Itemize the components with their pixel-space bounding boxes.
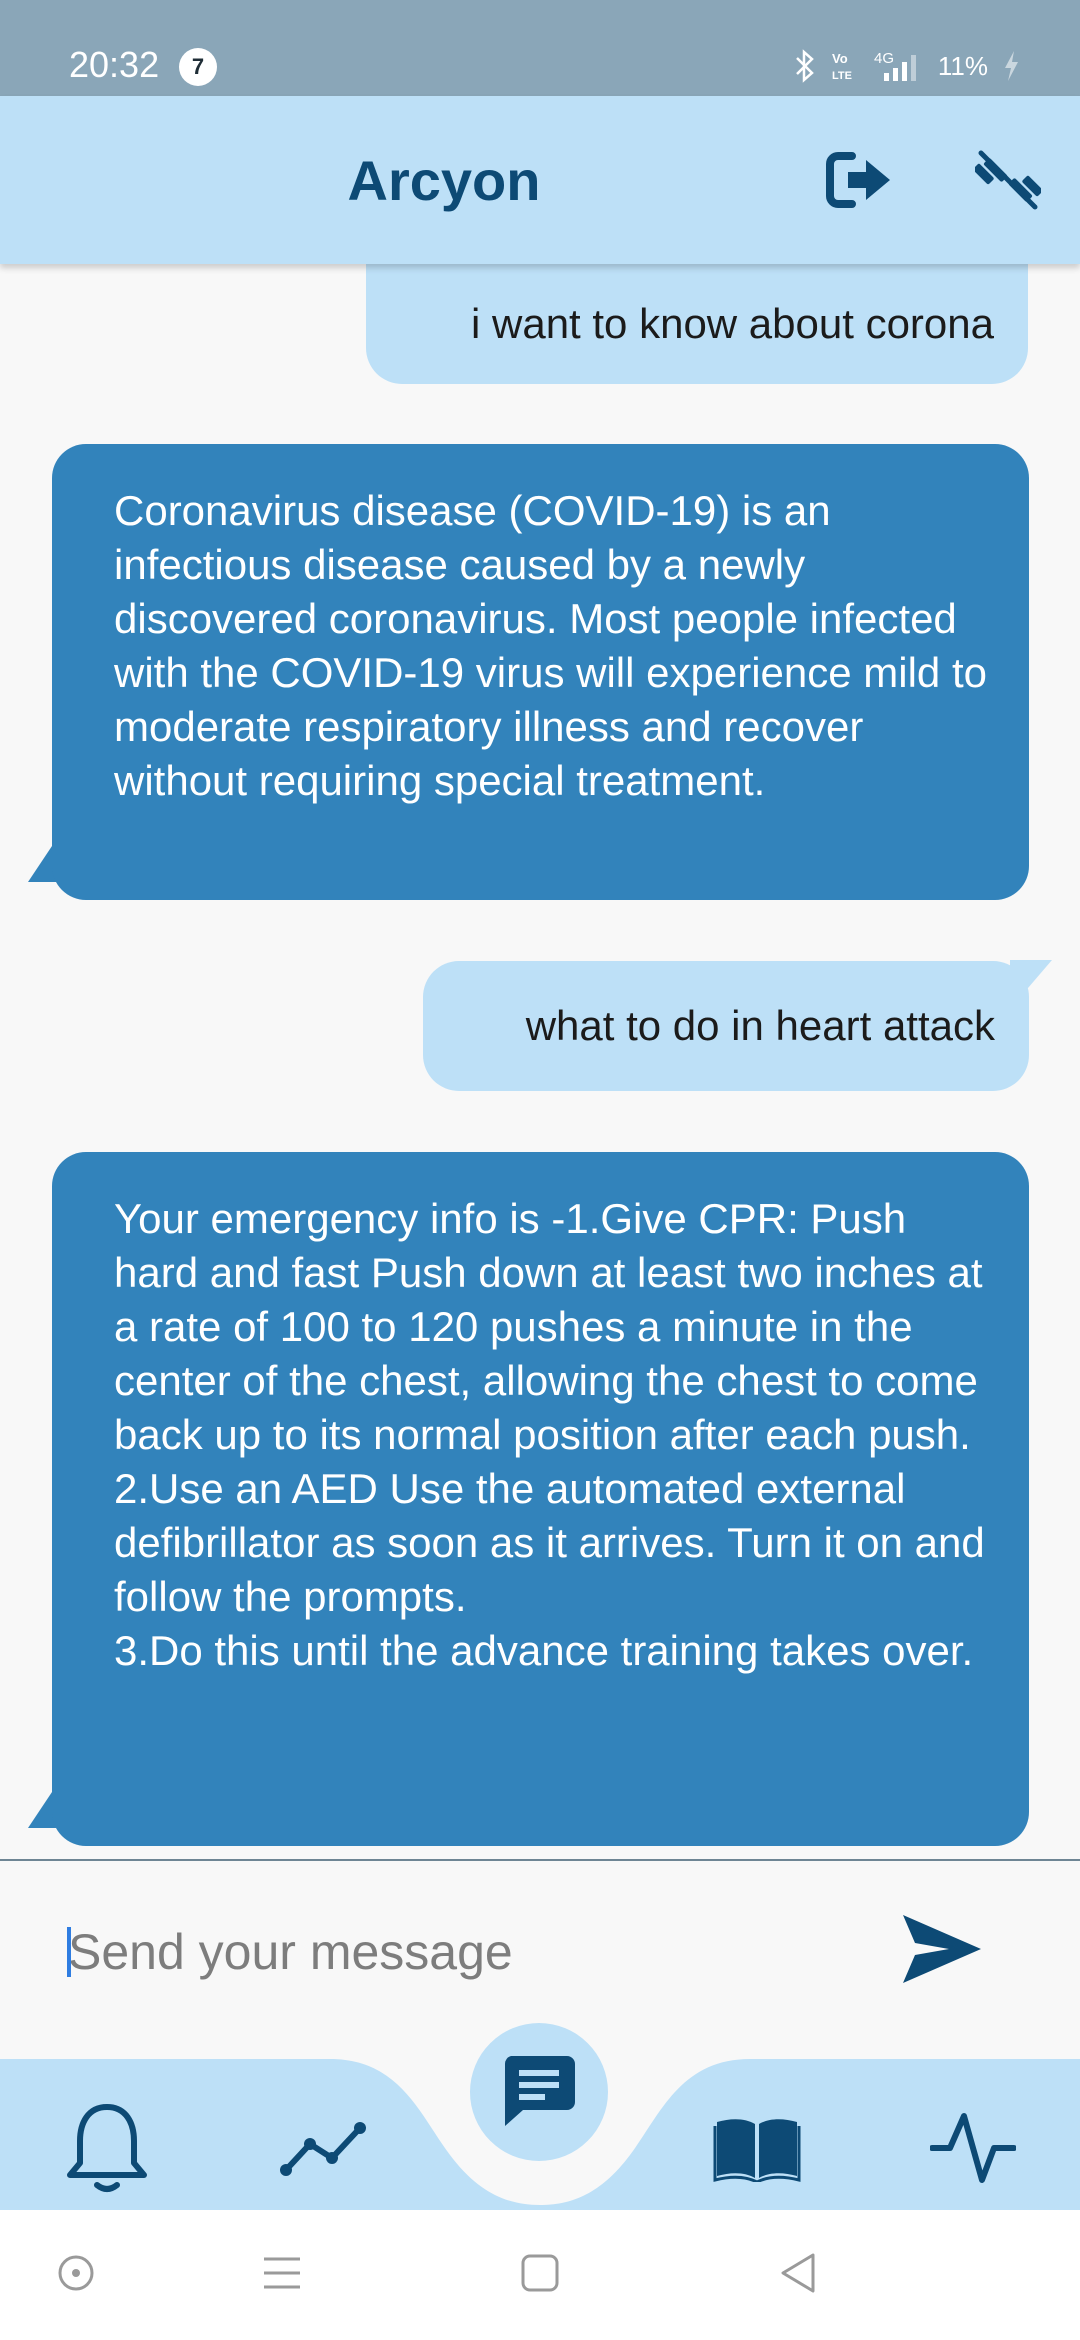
system-navigation-bar	[0, 2210, 1080, 2340]
signal-icon: 4G	[870, 49, 924, 83]
nav-analytics[interactable]	[268, 2095, 378, 2205]
nav-library[interactable]	[702, 2095, 812, 2205]
fitness-icon	[973, 147, 1043, 218]
fitness-button[interactable]	[968, 142, 1048, 222]
message-text: i want to know about corona	[471, 300, 994, 347]
user-message: i want to know about corona	[366, 264, 1028, 384]
home-button[interactable]	[510, 2245, 570, 2305]
nav-chat[interactable]	[470, 2023, 608, 2161]
network-label: 4G	[874, 50, 894, 67]
status-bar: 20:32 7 Vo LTE 4G 11%	[0, 0, 1080, 96]
text-caret	[67, 1927, 71, 1977]
status-time: 20:32	[69, 44, 160, 85]
recents-icon	[260, 2253, 304, 2298]
bottom-navigation	[0, 2023, 1080, 2230]
recents-button[interactable]	[252, 2245, 312, 2305]
status-icons: Vo LTE 4G 11%	[794, 46, 1020, 86]
battery-percent: 11%	[937, 50, 988, 81]
nav-activity[interactable]	[918, 2095, 1028, 2205]
send-icon	[901, 1913, 983, 1990]
chat-screen: 20:32 7 Vo LTE 4G 11% Arcyon i want to k…	[0, 0, 1080, 2340]
send-button[interactable]	[892, 1909, 992, 1993]
bluetooth-icon	[794, 49, 816, 83]
nav-notifications[interactable]	[52, 2095, 162, 2205]
bot-message: Your emergency info is -1.Give CPR: Push…	[52, 1152, 1029, 1846]
bot-message: Coronavirus disease (COVID-19) is an inf…	[52, 444, 1029, 900]
user-message: what to do in heart attack	[423, 961, 1029, 1091]
message-text: Your emergency info is -1.Give CPR: Push…	[114, 1195, 985, 1674]
assistant-button[interactable]	[46, 2245, 106, 2305]
back-button[interactable]	[768, 2245, 828, 2305]
battery-charging-icon	[1002, 49, 1020, 83]
message-text: what to do in heart attack	[525, 1002, 995, 1049]
back-icon	[777, 2251, 819, 2300]
logout-icon	[826, 151, 894, 213]
chat-messages[interactable]: i want to know about corona Coronavirus …	[0, 264, 1080, 1859]
assistant-icon	[56, 2253, 96, 2298]
home-icon	[519, 2252, 561, 2299]
activity-icon	[929, 2108, 1017, 2193]
app-title: Arcyon	[347, 149, 541, 212]
logout-button[interactable]	[820, 142, 900, 222]
message-input[interactable]	[68, 1917, 848, 1987]
svg-text:Vo: Vo	[832, 51, 848, 66]
book-icon	[713, 2114, 801, 2187]
notification-count-badge: 7	[179, 48, 217, 86]
chat-icon	[501, 2052, 577, 2133]
message-text: Coronavirus disease (COVID-19) is an inf…	[114, 487, 999, 804]
analytics-icon	[280, 2118, 366, 2183]
app-bar: Arcyon	[0, 96, 1080, 264]
notifications-icon	[64, 2101, 150, 2200]
svg-text:LTE: LTE	[832, 70, 852, 82]
volte-icon: Vo LTE	[830, 49, 856, 83]
